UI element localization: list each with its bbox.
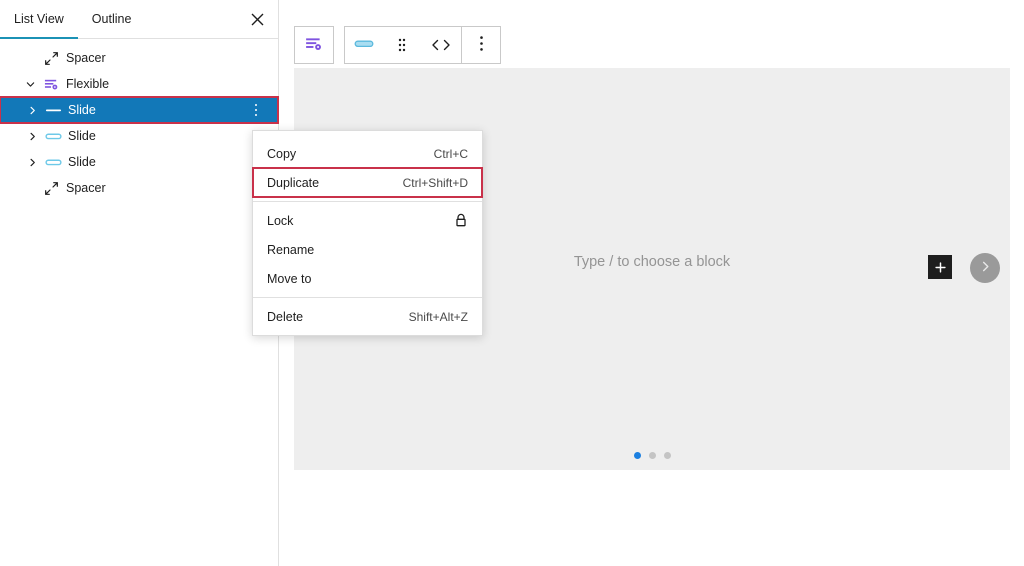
tab-outline-label: Outline [91, 12, 132, 26]
vertical-ellipsis-icon[interactable] [248, 97, 264, 123]
slide-icon [354, 36, 374, 55]
menu-group-block-actions: Lock Rename Move to [253, 201, 482, 297]
chevron-right-icon[interactable] [22, 106, 42, 115]
menu-item-delete[interactable]: Delete Shift+Alt+Z [253, 302, 482, 331]
menu-item-delete-label: Delete [267, 309, 304, 324]
move-prev-next-button[interactable] [421, 27, 461, 63]
select-parent-flexible-button[interactable] [295, 27, 333, 63]
menu-item-copy-shortcut: Ctrl+C [433, 146, 468, 161]
tree-item-label: Spacer [66, 51, 106, 65]
vertical-ellipsis-icon [479, 35, 484, 55]
tree-item-label: Slide [68, 129, 96, 143]
menu-item-delete-shortcut: Shift+Alt+Z [408, 309, 468, 324]
pagination-dot-1[interactable] [633, 452, 641, 459]
block-controls-group [344, 26, 501, 64]
menu-item-duplicate[interactable]: Duplicate Ctrl+Shift+D [252, 167, 483, 198]
menu-item-rename[interactable]: Rename [253, 235, 482, 264]
menu-group-clipboard: Copy Ctrl+C Duplicate Ctrl+Shift+D [252, 135, 483, 201]
menu-item-copy-label: Copy [267, 146, 297, 161]
chevron-down-icon[interactable] [20, 80, 40, 89]
flexible-icon [40, 77, 62, 92]
pagination-dot-2[interactable] [648, 452, 656, 459]
sidebar-tabbar: List View Outline [0, 0, 278, 39]
menu-item-move-to[interactable]: Move to [253, 264, 482, 293]
tab-list-view-label: List View [14, 12, 64, 26]
tab-list-view[interactable]: List View [0, 0, 78, 39]
menu-item-lock[interactable]: Lock [253, 206, 482, 235]
tree-item-spacer[interactable]: Spacer [0, 45, 278, 71]
block-type-slide-button[interactable] [345, 27, 383, 63]
pagination-dot-3[interactable] [663, 452, 671, 459]
menu-item-rename-label: Rename [267, 242, 315, 257]
slide-icon [42, 155, 64, 170]
block-options-button[interactable] [462, 27, 500, 63]
slider-pagination [294, 452, 1010, 459]
menu-group-destructive: Delete Shift+Alt+Z [253, 297, 482, 335]
chevron-right-icon [979, 260, 992, 276]
close-icon[interactable] [242, 4, 272, 34]
next-slide-button[interactable] [970, 253, 1000, 283]
flexible-icon [305, 35, 323, 56]
tree-item-spacer[interactable]: Spacer [0, 175, 278, 201]
tree-item-slide-selected[interactable]: Slide [0, 96, 279, 124]
add-block-button[interactable] [928, 255, 952, 279]
tree-item-label: Flexible [66, 77, 110, 91]
menu-item-move-to-label: Move to [267, 271, 312, 286]
parent-block-group [294, 26, 334, 64]
block-tree: Spacer Flexible Slide Slide Slide Spacer [0, 39, 279, 201]
tree-item-label: Slide [68, 155, 96, 169]
menu-item-lock-label: Lock [267, 213, 294, 228]
menu-item-duplicate-shortcut: Ctrl+Shift+D [402, 175, 468, 190]
drag-handle-icon[interactable] [383, 27, 421, 63]
tree-item-label: Slide [68, 103, 96, 117]
tree-item-label: Spacer [66, 181, 106, 195]
spacer-icon [40, 181, 62, 196]
list-view-sidebar: List View Outline Spacer Flexible Slide … [0, 0, 279, 566]
menu-item-copy[interactable]: Copy Ctrl+C [253, 139, 482, 168]
tree-item-slide[interactable]: Slide [0, 123, 278, 149]
block-context-menu: Copy Ctrl+C Duplicate Ctrl+Shift+D Lock … [252, 130, 483, 336]
block-toolbar [294, 26, 501, 64]
slide-icon [42, 129, 64, 144]
tree-item-slide[interactable]: Slide [0, 149, 278, 175]
spacer-icon [40, 51, 62, 66]
menu-item-duplicate-label: Duplicate [267, 175, 320, 190]
tree-item-flexible[interactable]: Flexible [0, 71, 278, 97]
lock-icon [454, 213, 468, 228]
chevron-right-icon[interactable] [22, 132, 42, 141]
slide-icon [42, 103, 64, 118]
chevron-right-icon[interactable] [22, 158, 42, 167]
tab-outline[interactable]: Outline [78, 0, 146, 38]
